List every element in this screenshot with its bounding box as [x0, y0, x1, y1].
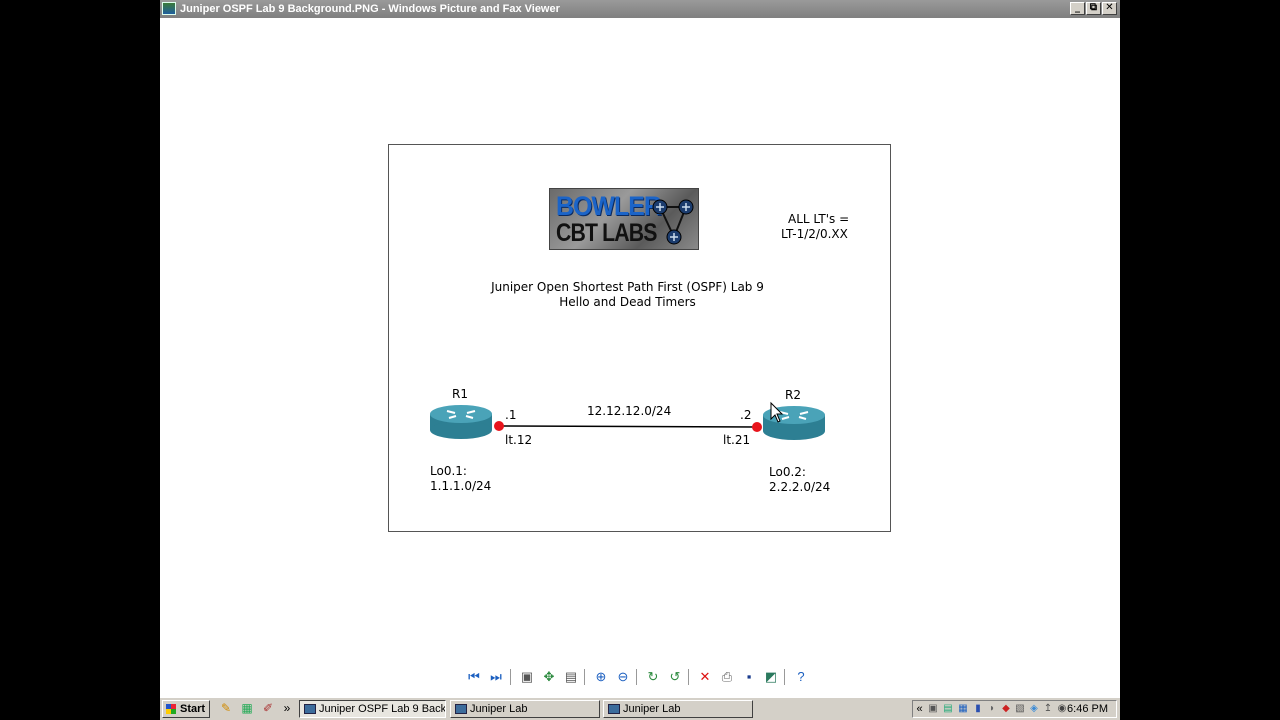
- tray-expand-button[interactable]: «: [915, 703, 924, 715]
- link-subnet-label: 12.12.12.0/24: [587, 404, 672, 418]
- r2-address: .2: [740, 408, 752, 422]
- tray-monitor-icon[interactable]: ▦: [957, 703, 969, 715]
- slideshow-icon[interactable]: ▤: [562, 668, 580, 686]
- r2-loopback: Lo0.2:: [769, 465, 806, 479]
- rotate-counterclockwise-icon[interactable]: ↺: [666, 668, 684, 686]
- maximize-button[interactable]: ⧉: [1086, 2, 1101, 15]
- toolbar-divider: [784, 669, 785, 685]
- help-icon[interactable]: ?: [792, 668, 810, 686]
- r1-link-endpoint: [494, 421, 504, 431]
- quicklaunch-notepad-icon[interactable]: ▦: [239, 701, 255, 716]
- tray-battery-icon[interactable]: ▮: [972, 703, 984, 715]
- quicklaunch-chevron[interactable]: »: [282, 701, 292, 716]
- r2-loopback-net: 2.2.2.0/24: [769, 480, 831, 494]
- system-tray: « ▣ ▤ ▦ ▮ ◗ ◆ ▧ ◈ ↥ ◉ 6:46 PM: [912, 700, 1117, 718]
- quicklaunch-paint-icon[interactable]: ✎: [218, 701, 234, 716]
- r1-loopback: Lo0.1:: [430, 464, 467, 478]
- window-title: Juniper OSPF Lab 9 Background.PNG - Wind…: [180, 3, 560, 15]
- actual-size-icon[interactable]: ✥: [540, 668, 558, 686]
- toolbar-divider: [636, 669, 637, 685]
- window-title-bar[interactable]: Juniper OSPF Lab 9 Background.PNG - Wind…: [160, 0, 1120, 18]
- delete-icon[interactable]: ✕: [696, 668, 714, 686]
- windows-logo-icon: [166, 704, 176, 714]
- displayed-image: BOWLER CBT LABS ALL LT's = LT-1/2/0.XX J…: [388, 144, 891, 532]
- task-juniper-lab-1[interactable]: Juniper Lab: [450, 700, 600, 718]
- task-picture-viewer[interactable]: Juniper OSPF Lab 9 Back...: [299, 700, 446, 718]
- r2-name: R2: [785, 388, 801, 402]
- viewer-toolbar: ⏮ ⏭ ▣ ✥ ▤ ⊕ ⊖ ↻ ↺ ✕ ⎙ ▪ ◩ ?: [465, 668, 825, 686]
- r1-loopback-net: 1.1.1.0/24: [430, 479, 492, 493]
- open-with-icon[interactable]: ◩: [762, 668, 780, 686]
- quicklaunch-editor-icon[interactable]: ✐: [260, 701, 276, 716]
- tray-sync-icon[interactable]: ◈: [1028, 703, 1040, 715]
- task-label: Juniper Lab: [470, 703, 528, 715]
- zoom-in-icon[interactable]: ⊕: [592, 668, 610, 686]
- toolbar-divider: [584, 669, 585, 685]
- tray-tool-icon[interactable]: ▧: [1014, 703, 1026, 715]
- remote-session-task-icon: [455, 704, 467, 714]
- tray-connection-icon[interactable]: ▤: [942, 703, 954, 715]
- desktop-screen: Juniper OSPF Lab 9 Background.PNG - Wind…: [160, 0, 1120, 720]
- r1-address: .1: [505, 408, 517, 422]
- save-icon[interactable]: ▪: [740, 668, 758, 686]
- best-fit-icon[interactable]: ▣: [518, 668, 536, 686]
- previous-image-icon[interactable]: ⏮: [465, 668, 483, 686]
- r1-interface: lt.12: [505, 433, 533, 447]
- toolbar-divider: [688, 669, 689, 685]
- r1-name: R1: [452, 387, 468, 401]
- router-r1-icon: [430, 405, 492, 439]
- r2-link-endpoint: [752, 422, 762, 432]
- zoom-out-icon[interactable]: ⊖: [614, 668, 632, 686]
- r2-interface: lt.21: [723, 433, 751, 447]
- toolbar-divider: [510, 669, 511, 685]
- tray-network-icon[interactable]: ▣: [927, 703, 939, 715]
- remote-session-task-icon: [608, 704, 620, 714]
- tray-pdf-icon[interactable]: ◆: [1000, 703, 1012, 715]
- picture-viewer-task-icon: [304, 704, 316, 714]
- task-juniper-lab-2[interactable]: Juniper Lab: [603, 700, 753, 718]
- task-label: Juniper Lab: [623, 703, 681, 715]
- taskbar: Start ✎ ▦ ✐ » Juniper OSPF Lab 9 Back...…: [160, 697, 1120, 720]
- r1-r2-link: [498, 425, 758, 428]
- close-button[interactable]: ✕: [1102, 2, 1117, 15]
- tray-upload-icon[interactable]: ↥: [1042, 703, 1054, 715]
- start-label: Start: [180, 703, 206, 715]
- next-image-icon[interactable]: ⏭: [487, 668, 505, 686]
- rotate-clockwise-icon[interactable]: ↻: [644, 668, 662, 686]
- start-button[interactable]: Start: [162, 700, 210, 718]
- tray-wireless-icon[interactable]: ◗: [986, 703, 998, 715]
- task-label: Juniper OSPF Lab 9 Back...: [319, 703, 446, 715]
- minimize-button[interactable]: _: [1070, 2, 1085, 15]
- clock[interactable]: 6:46 PM: [1067, 701, 1108, 717]
- print-icon[interactable]: ⎙: [718, 668, 736, 686]
- picture-viewer-app-icon[interactable]: [162, 2, 176, 15]
